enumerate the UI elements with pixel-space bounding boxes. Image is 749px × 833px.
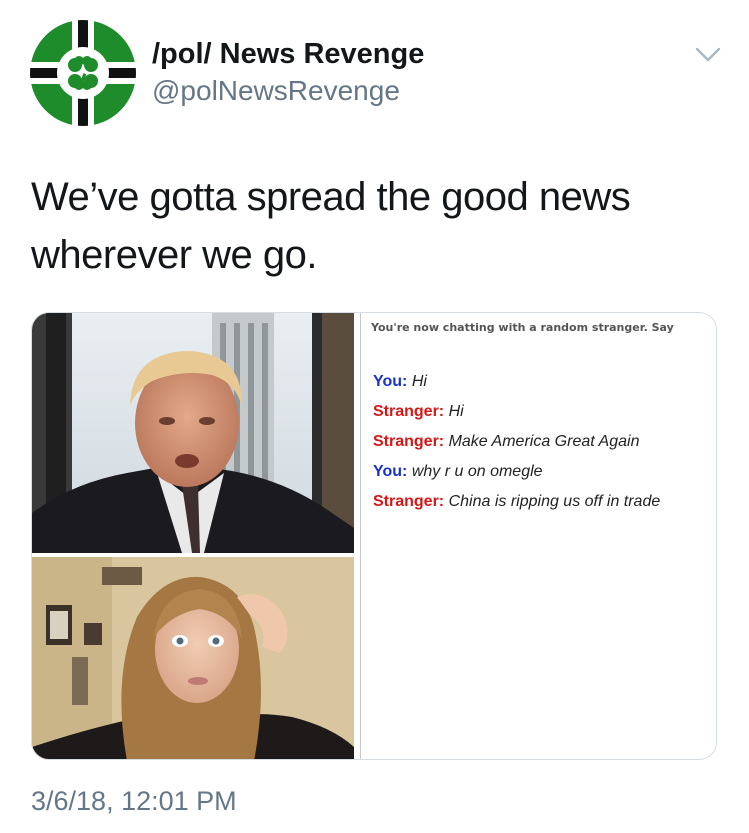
chat-text: China is ripping us off in trade [448,493,661,510]
chat-message: Stranger: Hi [373,397,660,427]
tweet-card: /pol/ News Revenge @polNewsRevenge We’ve… [0,0,749,833]
webcam-you-video [32,557,354,759]
chat-text: why r u on omegle [411,463,543,480]
chat-message: Stranger: Make America Great Again [373,427,660,457]
chat-speaker: Stranger: [373,403,445,420]
chat-speaker: Stranger: [373,433,445,450]
omegle-chat-panel: You're now chatting with a random strang… [360,313,716,759]
chat-text: Hi [411,373,427,390]
chat-text: Make America Great Again [448,433,640,450]
webcam-stranger-video [32,313,354,553]
tweet-timestamp[interactable]: 3/6/18, 12:01 PM [31,786,237,817]
chat-text: Hi [448,403,464,420]
media-image[interactable]: You're now chatting with a random strang… [31,312,717,760]
chat-log: You: Hi Stranger: Hi Stranger: Make Amer… [373,367,660,517]
chat-speaker: You: [373,463,408,480]
chat-speaker: You: [373,373,408,390]
display-name[interactable]: /pol/ News Revenge [152,38,424,70]
chat-message: You: why r u on omegle [373,457,660,487]
clover-flag-icon [30,20,136,126]
chevron-down-icon[interactable] [694,44,722,64]
chat-message: You: Hi [373,367,660,397]
user-handle[interactable]: @polNewsRevenge [152,74,424,108]
tweet-text: We’ve gotta spread the good news whereve… [31,175,631,277]
chat-speaker: Stranger: [373,493,445,510]
user-info: /pol/ News Revenge @polNewsRevenge [152,38,424,108]
chat-notice: You're now chatting with a random strang… [371,321,674,334]
chat-message: Stranger: China is ripping us off in tra… [373,487,660,517]
avatar[interactable] [30,20,136,126]
